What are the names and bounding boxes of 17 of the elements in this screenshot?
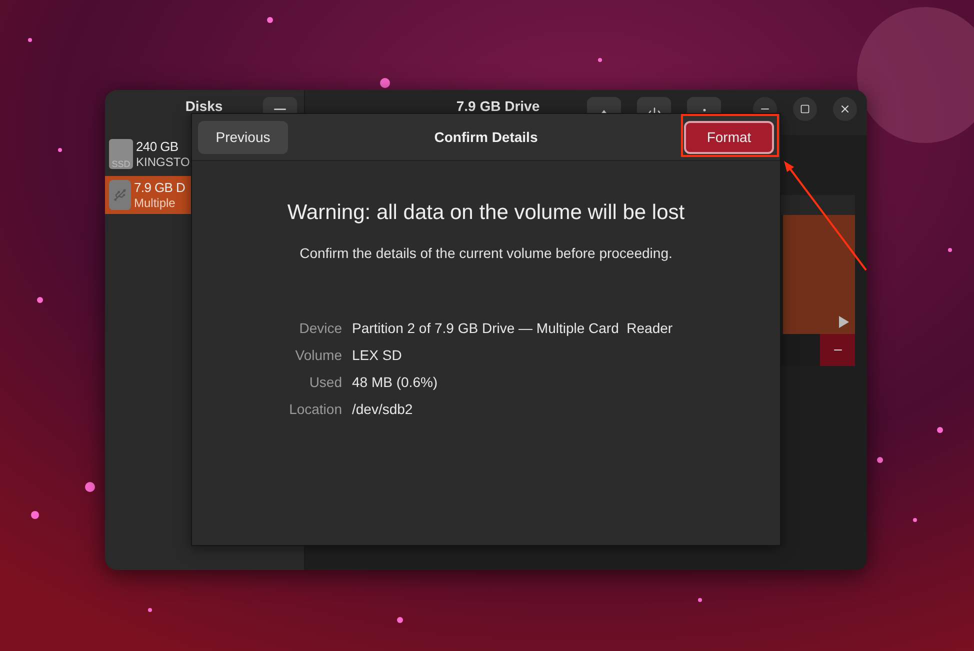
window-title: 7.9 GB Drive: [455, 97, 541, 113]
disk-model: KINGSTO: [136, 155, 190, 169]
detail-label: Volume: [294, 346, 342, 364]
detail-value: Partition 2 of 7.9 GB Drive — Multiple Card Reader: [352, 319, 673, 337]
warning-message: Confirm the details of the current volume before proceeding.: [300, 245, 672, 261]
detail-label: Location: [288, 400, 342, 418]
detail-label: Used: [308, 373, 342, 391]
warning-heading: Warning: all data on the volume will be lost: [287, 201, 685, 225]
disk-model: Multiple: [134, 196, 176, 210]
sidebar-title: Disks: [184, 97, 224, 113]
disk-name: 7.9 GB D: [134, 180, 186, 196]
detail-value: /dev/sdb2: [352, 400, 414, 418]
disk-name: 240 GB: [136, 139, 180, 155]
dialog-title: Confirm Details: [434, 129, 538, 145]
detail-value: 48 MB (0.6%): [352, 373, 439, 391]
detail-label: Device: [298, 319, 342, 337]
detail-value: LEX SD: [352, 346, 403, 364]
